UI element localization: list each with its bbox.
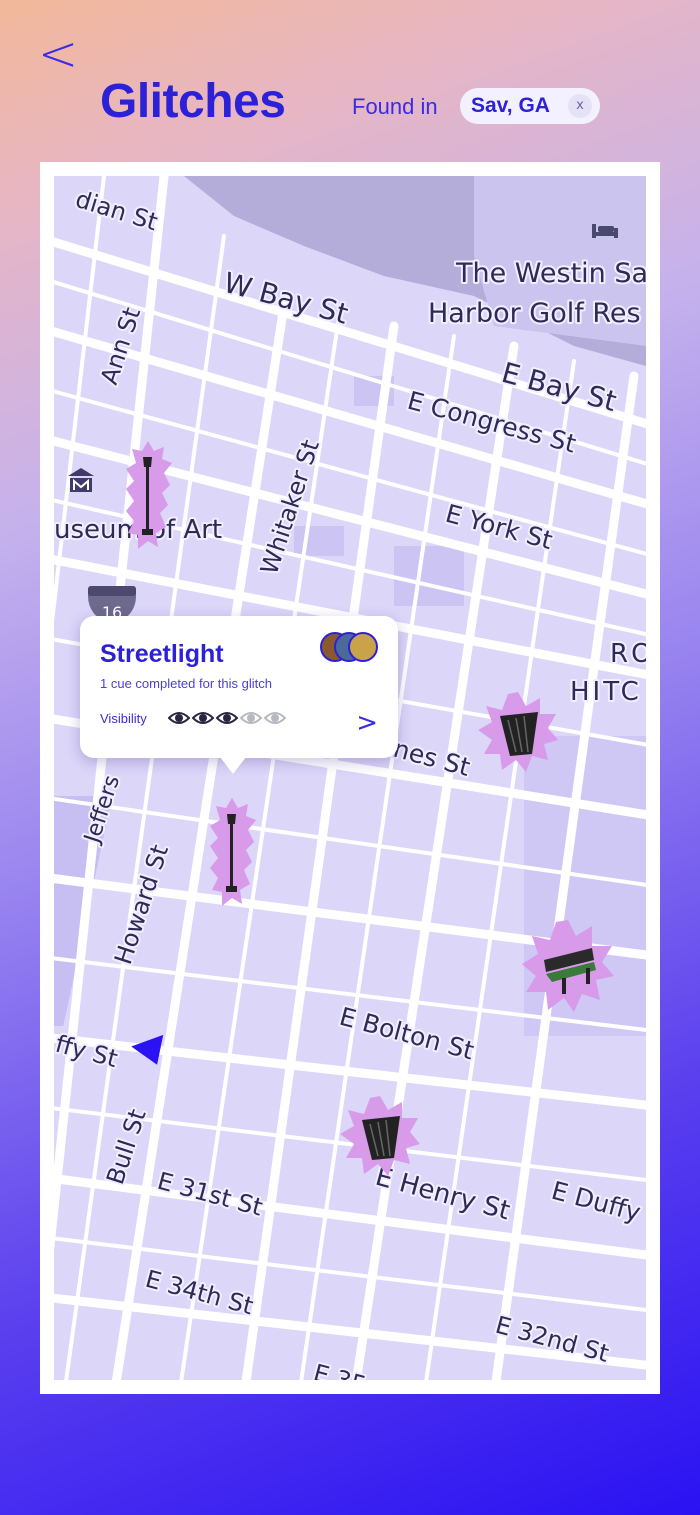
street-label: Howard St [109,841,174,968]
street-label: E 32nd St [492,1311,611,1368]
eye-filled-icon [191,710,215,726]
trash-can-icon [340,1096,420,1176]
street-label: dian St [72,185,161,236]
popup-title: Streetlight [100,640,224,668]
clear-location-button[interactable]: x [568,94,592,118]
glitch-marker-trash-can[interactable] [478,692,558,772]
map[interactable]: dian St W Bay St Ann St E Bay St E Congr… [54,176,646,1380]
block [394,546,464,606]
street-label: The Westin Sa [455,258,646,289]
bench-icon [522,920,614,1012]
street-label: E Bay St [498,356,620,418]
street-label: Harbor Golf Res [428,298,641,329]
block [294,526,344,556]
glitch-marker-streetlight[interactable] [124,441,172,551]
eye-filled-icon [167,710,191,726]
next-glitch-button[interactable]: > [356,710,378,736]
glitch-marker-bench[interactable] [522,920,614,1012]
eye-empty-icon [263,710,287,726]
page-title: Glitches [100,75,286,128]
location-chip[interactable]: Sav, GA x [460,88,600,124]
street-label: ffy St [54,1030,121,1073]
location-chip-label: Sav, GA [471,94,550,117]
map-canvas: dian St W Bay St Ann St E Bay St E Congr… [54,176,646,1380]
found-in-label: Found in [352,94,438,119]
glitch-marker-streetlight[interactable] [208,798,256,908]
eye-filled-icon [215,710,239,726]
map-frame: dian St W Bay St Ann St E Bay St E Congr… [40,162,660,1394]
glitch-popup[interactable]: Streetlight 1 cue completed for this gli… [80,616,398,774]
streetlight-icon [126,441,172,549]
visibility-label: Visibility [100,711,147,726]
streetlight-icon [210,798,256,906]
trash-can-icon [478,692,558,772]
avatar [348,632,378,662]
contributor-avatars [320,632,384,668]
back-button[interactable]: < [38,30,78,78]
neighborhood-label: RO [610,639,646,669]
glitch-marker-trash-can[interactable] [340,1096,420,1176]
museum-icon [68,468,94,492]
neighborhood-label: HITC [570,677,642,707]
chevron-left-icon: < [38,26,79,82]
eye-empty-icon [239,710,263,726]
street-label: E Duffy [548,1176,643,1228]
popup-subtitle: 1 cue completed for this glitch [100,676,272,691]
